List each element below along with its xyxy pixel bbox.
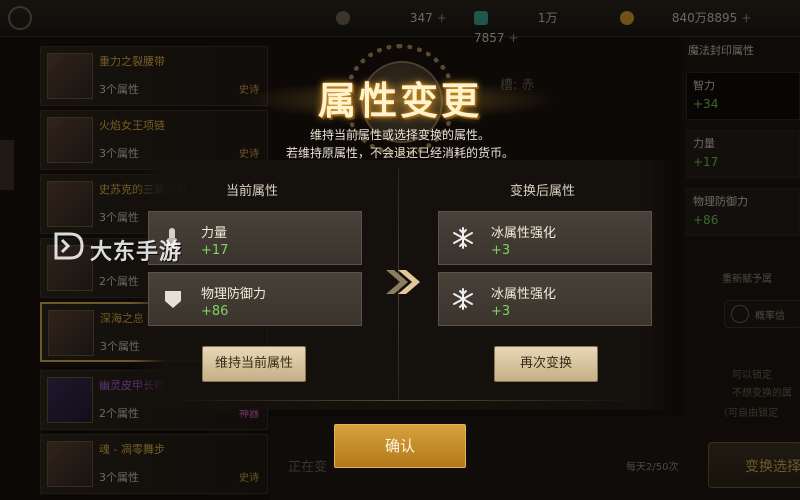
- changed-attributes-header: 变换后属性: [510, 184, 576, 199]
- modal-title: 属性变更: [317, 79, 482, 123]
- current-attributes-header: 当前属性: [226, 184, 279, 199]
- attribute-name: 冰属性强化: [491, 287, 557, 302]
- snowflake-icon: [453, 288, 473, 310]
- modal-description-line1: 维持当前属性或选择变换的属性。: [309, 128, 490, 142]
- attribute-value: +3: [491, 304, 511, 319]
- modal-description-line2: 若维持原属性，不会退还已经消耗的货币。: [285, 146, 514, 160]
- attribute-name: 冰属性强化: [491, 226, 557, 241]
- changed-attribute-card: 冰属性强化 +3: [438, 272, 652, 326]
- attribute-value: +17: [201, 243, 229, 258]
- chevron-right-icon: [386, 270, 420, 294]
- attribute-name: 物理防御力: [201, 287, 267, 302]
- dialog-bottom-line: [172, 400, 636, 401]
- snowflake-icon: [453, 227, 473, 249]
- attribute-name: 力量: [201, 226, 228, 241]
- watermark-text: 大东手游: [90, 240, 183, 265]
- transform-again-button[interactable]: 再次变换: [494, 346, 598, 382]
- confirm-button[interactable]: 确认: [334, 424, 466, 468]
- shield-icon: [165, 291, 181, 308]
- attribute-value: +3: [491, 243, 511, 258]
- watermark-logo-icon: [54, 232, 84, 260]
- keep-current-button[interactable]: 维持当前属性: [202, 346, 306, 382]
- changed-attribute-card: 冰属性强化 +3: [438, 211, 652, 265]
- current-attribute-card: 物理防御力 +86: [148, 272, 362, 326]
- attribute-value: +86: [201, 304, 229, 319]
